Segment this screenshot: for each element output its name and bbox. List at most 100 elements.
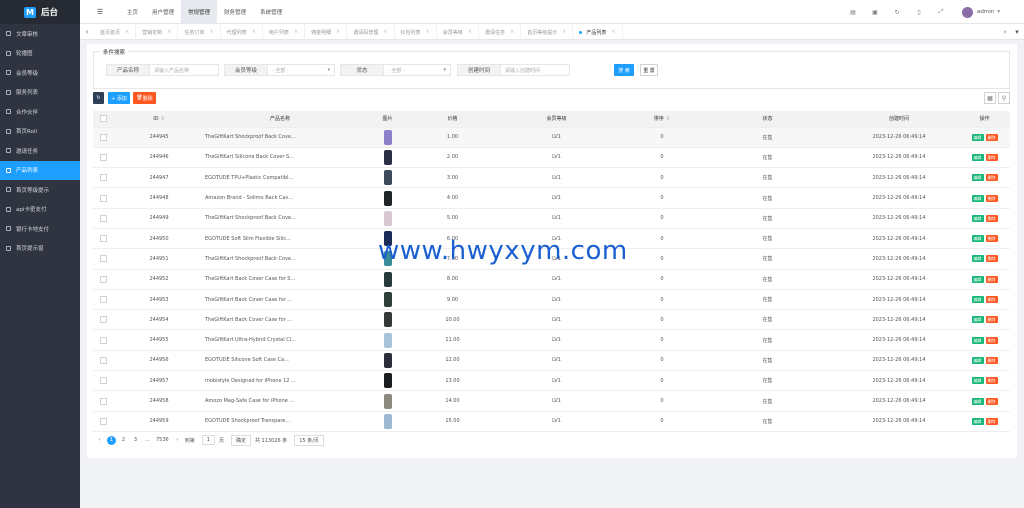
product-image[interactable] xyxy=(383,413,392,429)
table-row[interactable]: 244958 Amozo Mag-Safe Case for iPhone ...… xyxy=(93,390,1010,412)
delete-button[interactable]: 删除 xyxy=(985,174,998,182)
page-tab[interactable]: 产品列表 × xyxy=(573,24,623,40)
page-tab[interactable]: 用户列表 × xyxy=(263,24,306,40)
refresh-table-button[interactable]: ↻ xyxy=(93,92,104,104)
cell-image[interactable] xyxy=(355,411,420,432)
close-icon[interactable]: × xyxy=(468,29,472,35)
goto-confirm-button[interactable]: 确定 xyxy=(230,434,251,446)
product-name-input[interactable]: 请输入产品名称 xyxy=(149,64,219,76)
cell-image[interactable] xyxy=(355,350,420,372)
row-checkbox[interactable] xyxy=(93,269,113,290)
cell-image[interactable] xyxy=(355,167,420,189)
top-nav-item[interactable]: 常规管理 xyxy=(181,0,218,24)
delete-button[interactable]: 删除 xyxy=(985,296,998,304)
created-time-input[interactable]: 请输入创建时间 xyxy=(500,64,570,76)
edit-button[interactable]: 编辑 xyxy=(971,275,984,283)
table-row[interactable]: 244955 TheGiftKart Ultra-Hybrid Crystal C… xyxy=(93,329,1010,351)
page-number[interactable]: 2 xyxy=(119,436,128,445)
page-tab[interactable]: 佣金明细 × xyxy=(305,24,348,40)
edit-button[interactable]: 编辑 xyxy=(971,316,984,324)
refresh-icon[interactable]: ↻ xyxy=(886,9,908,16)
cell-image[interactable] xyxy=(355,370,420,392)
edit-button[interactable]: 编辑 xyxy=(971,356,984,364)
row-checkbox[interactable] xyxy=(93,127,113,148)
close-icon[interactable]: × xyxy=(252,29,256,35)
page-number[interactable]: 1 xyxy=(107,435,116,445)
user-name[interactable]: admin xyxy=(977,9,994,15)
table-row[interactable]: 244956 EGOTUDE Silicone Soft Case Ca... 12… xyxy=(93,350,1010,372)
page-tab[interactable]: 代理列表 × xyxy=(221,24,263,40)
avatar[interactable] xyxy=(962,6,973,18)
search-button[interactable]: 搜 索 xyxy=(614,64,634,76)
product-image[interactable] xyxy=(383,129,392,145)
sidebar-item[interactable]: 服务列表 xyxy=(0,83,80,103)
close-icon[interactable]: × xyxy=(209,29,213,35)
delete-button[interactable]: 删除 xyxy=(985,316,998,324)
product-image[interactable] xyxy=(383,312,392,328)
table-row[interactable]: 244959 EGOTUDE Shockproof Transpare... 15.… xyxy=(93,411,1010,432)
row-checkbox[interactable] xyxy=(93,289,113,311)
next-page-icon[interactable]: › xyxy=(173,436,182,445)
add-button[interactable]: + 添加 xyxy=(108,92,130,104)
top-nav-item[interactable]: 用户管理 xyxy=(145,0,181,24)
close-icon[interactable]: × xyxy=(383,29,387,35)
select-all-checkbox[interactable] xyxy=(93,111,113,128)
product-image[interactable] xyxy=(383,210,392,226)
edit-button[interactable]: 编辑 xyxy=(971,194,984,202)
delete-button[interactable]: 删除 xyxy=(985,417,998,425)
close-icon[interactable]: × xyxy=(510,29,514,35)
cell-image[interactable] xyxy=(355,127,420,148)
close-icon[interactable]: × xyxy=(167,29,171,35)
close-icon[interactable]: × xyxy=(336,29,340,35)
cell-image[interactable] xyxy=(355,390,420,412)
delete-button[interactable]: 删除 xyxy=(985,235,998,243)
table-row[interactable]: 244945 TheGiftKart Shockproof Back Cove..… xyxy=(93,127,1010,148)
delete-button[interactable]: 删除 xyxy=(985,133,998,141)
sidebar-item[interactable]: 银行卡地支付 xyxy=(0,219,80,239)
close-icon[interactable]: × xyxy=(426,29,430,35)
page-tab[interactable]: 会员等级 × xyxy=(437,24,479,40)
edit-button[interactable]: 编辑 xyxy=(971,235,984,243)
page-tab[interactable]: 任务订单 × xyxy=(178,24,221,40)
product-image[interactable] xyxy=(383,271,392,287)
row-checkbox[interactable] xyxy=(93,147,113,169)
delete-button[interactable]: 删除 xyxy=(985,397,998,405)
page-tab[interactable]: 邀请任务 × xyxy=(479,24,522,40)
sidebar-toggle-icon[interactable]: ☰ xyxy=(80,8,120,16)
row-checkbox[interactable] xyxy=(93,370,113,392)
table-row[interactable]: 244947 EGOTUDE TPU+Plastic Compatibl... 3.… xyxy=(93,167,1010,189)
delete-button[interactable]: 删除 xyxy=(985,377,998,385)
logo[interactable]: M 后台 xyxy=(0,0,80,24)
row-checkbox[interactable] xyxy=(93,411,113,432)
table-row[interactable]: 244954 TheGiftKart Back Cover Case for ..… xyxy=(93,309,1010,331)
goto-input[interactable]: 1 xyxy=(201,435,215,445)
cell-image[interactable] xyxy=(355,309,420,331)
col-id[interactable]: ID ⇕ xyxy=(113,111,205,128)
delete-button[interactable]: 删除 xyxy=(985,214,998,222)
product-image[interactable] xyxy=(383,190,392,206)
edit-button[interactable]: 编辑 xyxy=(971,336,984,344)
row-checkbox[interactable] xyxy=(93,309,113,331)
sidebar-item[interactable]: 文章审核 xyxy=(0,24,80,44)
cell-image[interactable] xyxy=(355,269,420,290)
edit-button[interactable]: 编辑 xyxy=(971,133,984,141)
edit-button[interactable]: 编辑 xyxy=(971,174,984,182)
edit-button[interactable]: 编辑 xyxy=(971,214,984,222)
page-tab[interactable]: 邀请码管理 × xyxy=(347,24,395,40)
cell-image[interactable] xyxy=(355,147,420,169)
chart-icon[interactable]: ▤ xyxy=(842,9,864,16)
row-checkbox[interactable] xyxy=(93,228,113,250)
product-image[interactable] xyxy=(383,292,392,308)
product-image[interactable] xyxy=(383,332,392,348)
tabs-menu-icon[interactable]: ▾ xyxy=(1010,24,1024,40)
delete-button[interactable]: 删除 xyxy=(985,356,998,364)
table-row[interactable]: 244948 Amazon Brand - Solimo Back Cas... 4… xyxy=(93,187,1010,209)
table-row[interactable]: 244949 TheGiftKart Shockproof Back Cove..… xyxy=(93,208,1010,229)
row-checkbox[interactable] xyxy=(93,187,113,209)
sidebar-item[interactable]: 轮播图 xyxy=(0,44,80,64)
edit-button[interactable]: 编辑 xyxy=(971,377,984,385)
page-tab[interactable]: 首页等级提示 × xyxy=(521,24,574,40)
fullscreen-icon[interactable]: ⤢ xyxy=(930,8,952,16)
edit-button[interactable]: 编辑 xyxy=(971,153,984,161)
table-row[interactable]: 244957 mobistyle Designed for iPhone 12 .… xyxy=(93,370,1010,392)
